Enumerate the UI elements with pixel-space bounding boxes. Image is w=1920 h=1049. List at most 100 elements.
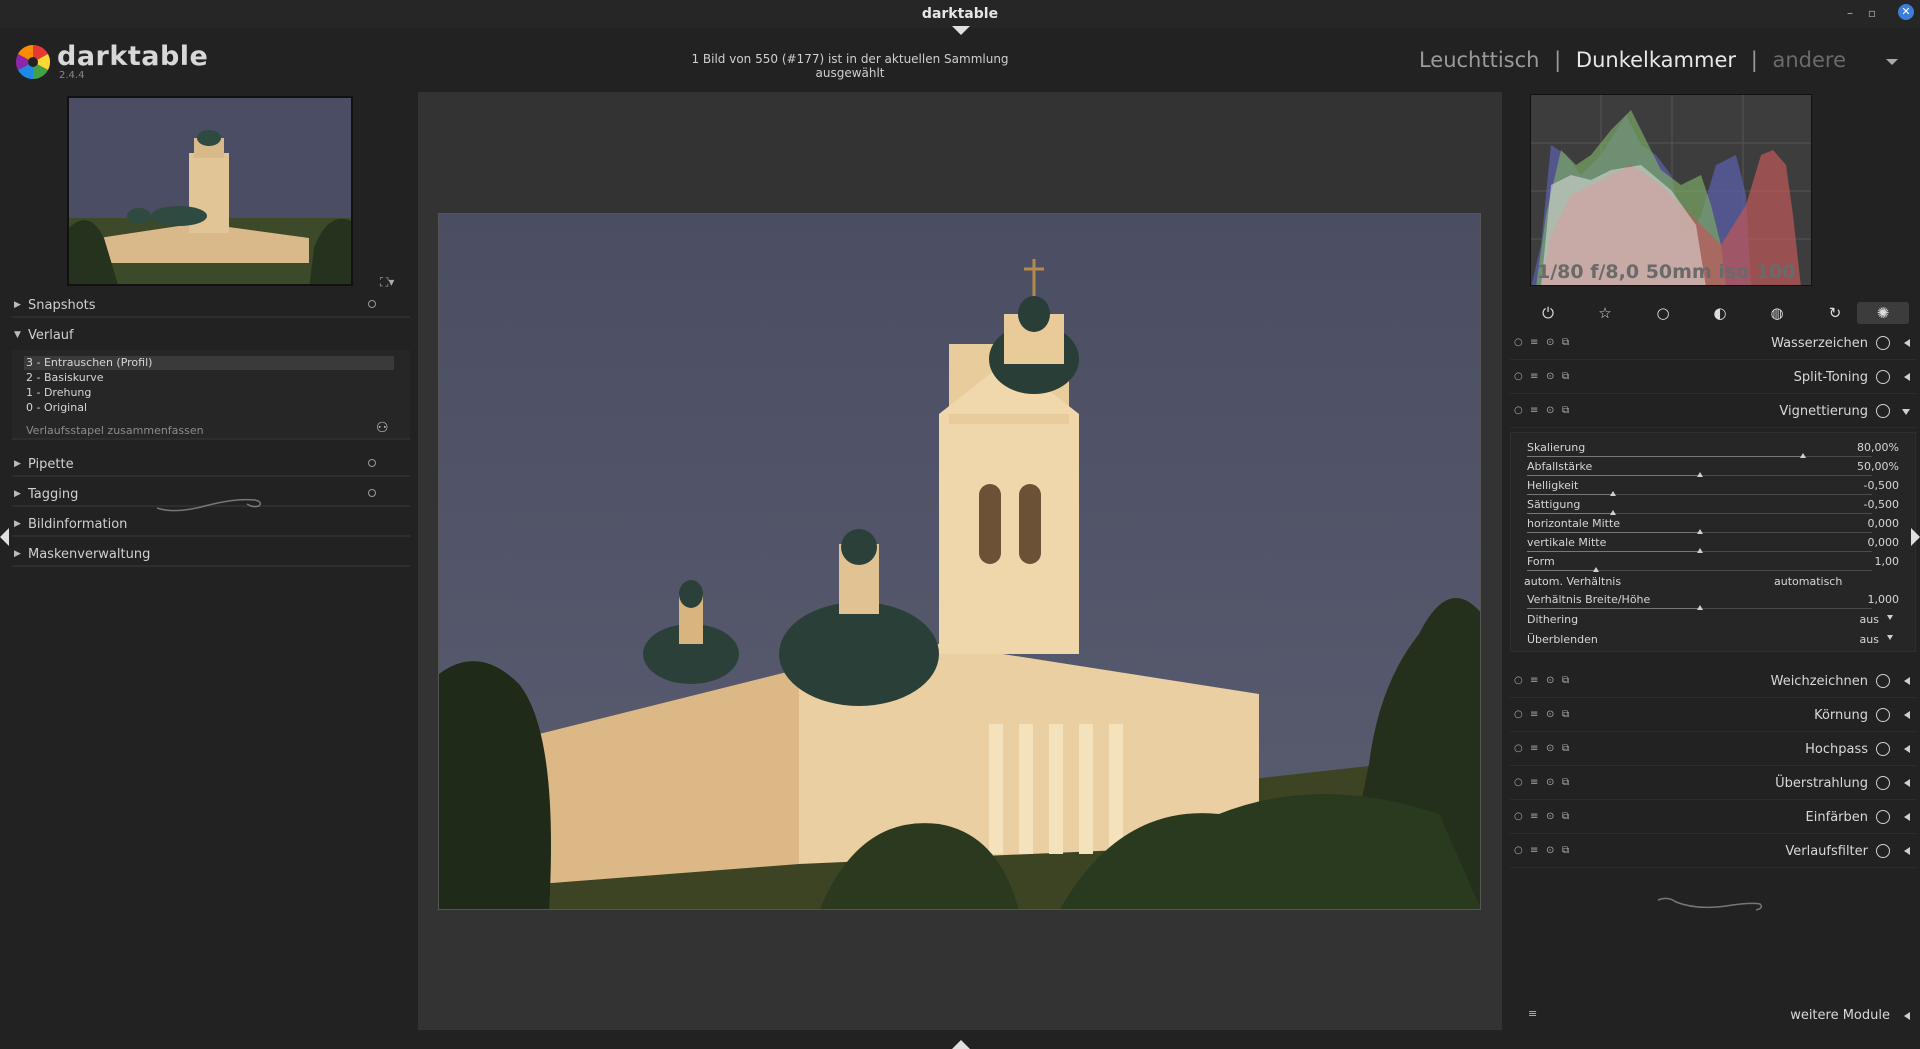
section-color-picker[interactable]: ▶ Pipette: [12, 453, 410, 477]
presets-icon[interactable]: ≡: [1530, 743, 1538, 754]
slider-knob[interactable]: [1593, 567, 1599, 572]
expanded-arrow-icon[interactable]: [1902, 409, 1910, 415]
reset-icon[interactable]: [368, 459, 376, 467]
slider-saturation[interactable]: Sättigung -0,500: [1527, 498, 1899, 517]
collapse-arrow-icon[interactable]: [1904, 677, 1910, 685]
slider-scale[interactable]: Skalierung 80,00%: [1527, 441, 1899, 460]
reset-icon[interactable]: ⊙: [1546, 845, 1554, 856]
history-item[interactable]: 3 - Entrauschen (Profil): [24, 356, 394, 370]
expand-icon[interactable]: ○: [1514, 709, 1523, 720]
slider-falloff[interactable]: Abfallstärke 50,00%: [1527, 460, 1899, 479]
menu-icon[interactable]: ≡: [1528, 1007, 1537, 1020]
slider-shape[interactable]: Form 1,00: [1527, 555, 1899, 574]
reset-icon[interactable]: ⊙: [1546, 709, 1554, 720]
effects-group-icon[interactable]: ✺: [1857, 302, 1909, 324]
view-lighttable[interactable]: Leuchttisch: [1419, 48, 1540, 72]
basic-group-icon[interactable]: ○: [1652, 302, 1674, 324]
reset-icon[interactable]: ⊙: [1546, 337, 1554, 348]
multi-instance-icon[interactable]: ⧉: [1562, 811, 1569, 822]
expand-icon[interactable]: ○: [1514, 337, 1523, 348]
favorites-icon[interactable]: ☆: [1594, 302, 1616, 324]
multi-instance-icon[interactable]: ⧉: [1562, 709, 1569, 720]
reset-icon[interactable]: [368, 300, 376, 308]
collapse-arrow-icon[interactable]: [1904, 373, 1910, 381]
presets-icon[interactable]: ≡: [1530, 337, 1538, 348]
multi-instance-icon[interactable]: ⧉: [1562, 405, 1569, 416]
minimize-icon[interactable]: –: [1842, 6, 1858, 20]
maximize-icon[interactable]: ▫: [1864, 6, 1880, 20]
create-style-icon[interactable]: ⚇: [376, 420, 389, 436]
collapse-arrow-icon[interactable]: [1904, 847, 1910, 855]
reset-icon[interactable]: ⊙: [1546, 675, 1554, 686]
reset-icon[interactable]: ⊙: [1546, 371, 1554, 382]
presets-icon[interactable]: ≡: [1530, 405, 1538, 416]
navigation-thumbnail[interactable]: [67, 96, 353, 286]
collapse-arrow-icon[interactable]: [1904, 339, 1910, 347]
close-icon[interactable]: ✕: [1898, 4, 1914, 20]
color-group-icon[interactable]: ◍: [1766, 302, 1788, 324]
reset-icon[interactable]: ⊙: [1546, 777, 1554, 788]
collapse-arrow-icon[interactable]: [1904, 779, 1910, 787]
module-graduated-density[interactable]: ○ ≡ ⊙ ⧉ Verlaufsfilter: [1510, 834, 1916, 868]
module-watermark[interactable]: ○ ≡ ⊙ ⧉ Wasserzeichen: [1510, 326, 1916, 360]
multi-instance-icon[interactable]: ⧉: [1562, 337, 1569, 348]
collapse-arrow-icon[interactable]: [1904, 711, 1910, 719]
expand-icon[interactable]: ○: [1514, 845, 1523, 856]
presets-icon[interactable]: ≡: [1530, 709, 1538, 720]
correction-group-icon[interactable]: ↻: [1824, 302, 1846, 324]
slider-knob[interactable]: [1697, 605, 1703, 610]
module-highpass[interactable]: ○ ≡ ⊙ ⧉ Hochpass: [1510, 732, 1916, 766]
slider-ratio[interactable]: Verhältnis Breite/Höhe 1,000: [1527, 593, 1899, 612]
multi-instance-icon[interactable]: ⧉: [1562, 675, 1569, 686]
toggle-right-panel-icon[interactable]: [1911, 528, 1920, 546]
auto-ratio-row[interactable]: autom. Verhältnis automatisch: [1524, 575, 1904, 588]
module-grain[interactable]: ○ ≡ ⊙ ⧉ Körnung: [1510, 698, 1916, 732]
view-other[interactable]: andere: [1772, 48, 1846, 72]
presets-icon[interactable]: ≡: [1530, 777, 1538, 788]
multi-instance-icon[interactable]: ⧉: [1562, 777, 1569, 788]
compress-history-button[interactable]: Verlaufsstapel zusammenfassen: [26, 424, 204, 437]
zoom-fit-icon[interactable]: ⛶▾: [380, 275, 394, 290]
section-mask-manager[interactable]: ▶ Maskenverwaltung: [12, 543, 410, 567]
history-item[interactable]: 0 - Original: [24, 401, 394, 415]
tone-group-icon[interactable]: ◐: [1709, 302, 1731, 324]
slider-vertical-center[interactable]: vertikale Mitte 0,000: [1527, 536, 1899, 555]
expand-icon[interactable]: ○: [1514, 811, 1523, 822]
toggle-bottom-panel-icon[interactable]: [952, 1040, 970, 1049]
collapse-arrow-icon[interactable]: [1904, 1012, 1910, 1020]
module-split-toning[interactable]: ○ ≡ ⊙ ⧉ Split-Toning: [1510, 360, 1916, 394]
slider-brightness[interactable]: Helligkeit -0,500: [1527, 479, 1899, 498]
section-snapshots[interactable]: ▶ Snapshots: [12, 294, 410, 318]
presets-icon[interactable]: ≡: [1530, 845, 1538, 856]
history-item[interactable]: 1 - Drehung: [24, 386, 394, 400]
dithering-dropdown[interactable]: Dithering aus: [1527, 613, 1907, 626]
section-history[interactable]: ▼ Verlauf: [12, 324, 410, 348]
histogram[interactable]: 1/80 f/8,0 50mm iso 100: [1530, 94, 1812, 286]
main-image[interactable]: [438, 213, 1481, 910]
presets-icon[interactable]: ≡: [1530, 811, 1538, 822]
multi-instance-icon[interactable]: ⧉: [1562, 743, 1569, 754]
slider-knob[interactable]: [1610, 510, 1616, 515]
views-dropdown-icon[interactable]: [1886, 59, 1898, 65]
slider-knob[interactable]: [1697, 548, 1703, 553]
presets-icon[interactable]: ≡: [1530, 371, 1538, 382]
expand-icon[interactable]: ○: [1514, 777, 1523, 788]
reset-icon[interactable]: [368, 489, 376, 497]
toggle-left-panel-icon[interactable]: [0, 528, 9, 546]
slider-horizontal-center[interactable]: horizontale Mitte 0,000: [1527, 517, 1899, 536]
power-icon[interactable]: ⏻: [1537, 302, 1559, 324]
history-item[interactable]: 2 - Basiskurve: [24, 371, 394, 385]
slider-knob[interactable]: [1800, 453, 1806, 458]
module-blur[interactable]: ○ ≡ ⊙ ⧉ Weichzeichnen: [1510, 664, 1916, 698]
slider-knob[interactable]: [1610, 491, 1616, 496]
expand-icon[interactable]: ○: [1514, 675, 1523, 686]
multi-instance-icon[interactable]: ⧉: [1562, 371, 1569, 382]
module-vignette[interactable]: ○ ≡ ⊙ ⧉ Vignettierung: [1510, 394, 1916, 428]
collapse-arrow-icon[interactable]: [1904, 745, 1910, 753]
module-bloom[interactable]: ○ ≡ ⊙ ⧉ Überstrahlung: [1510, 766, 1916, 800]
collapse-arrow-icon[interactable]: [1904, 813, 1910, 821]
reset-icon[interactable]: ⊙: [1546, 743, 1554, 754]
presets-icon[interactable]: ≡: [1530, 675, 1538, 686]
more-modules-bar[interactable]: ≡ weitere Module: [1510, 1004, 1916, 1028]
reset-icon[interactable]: ⊙: [1546, 811, 1554, 822]
